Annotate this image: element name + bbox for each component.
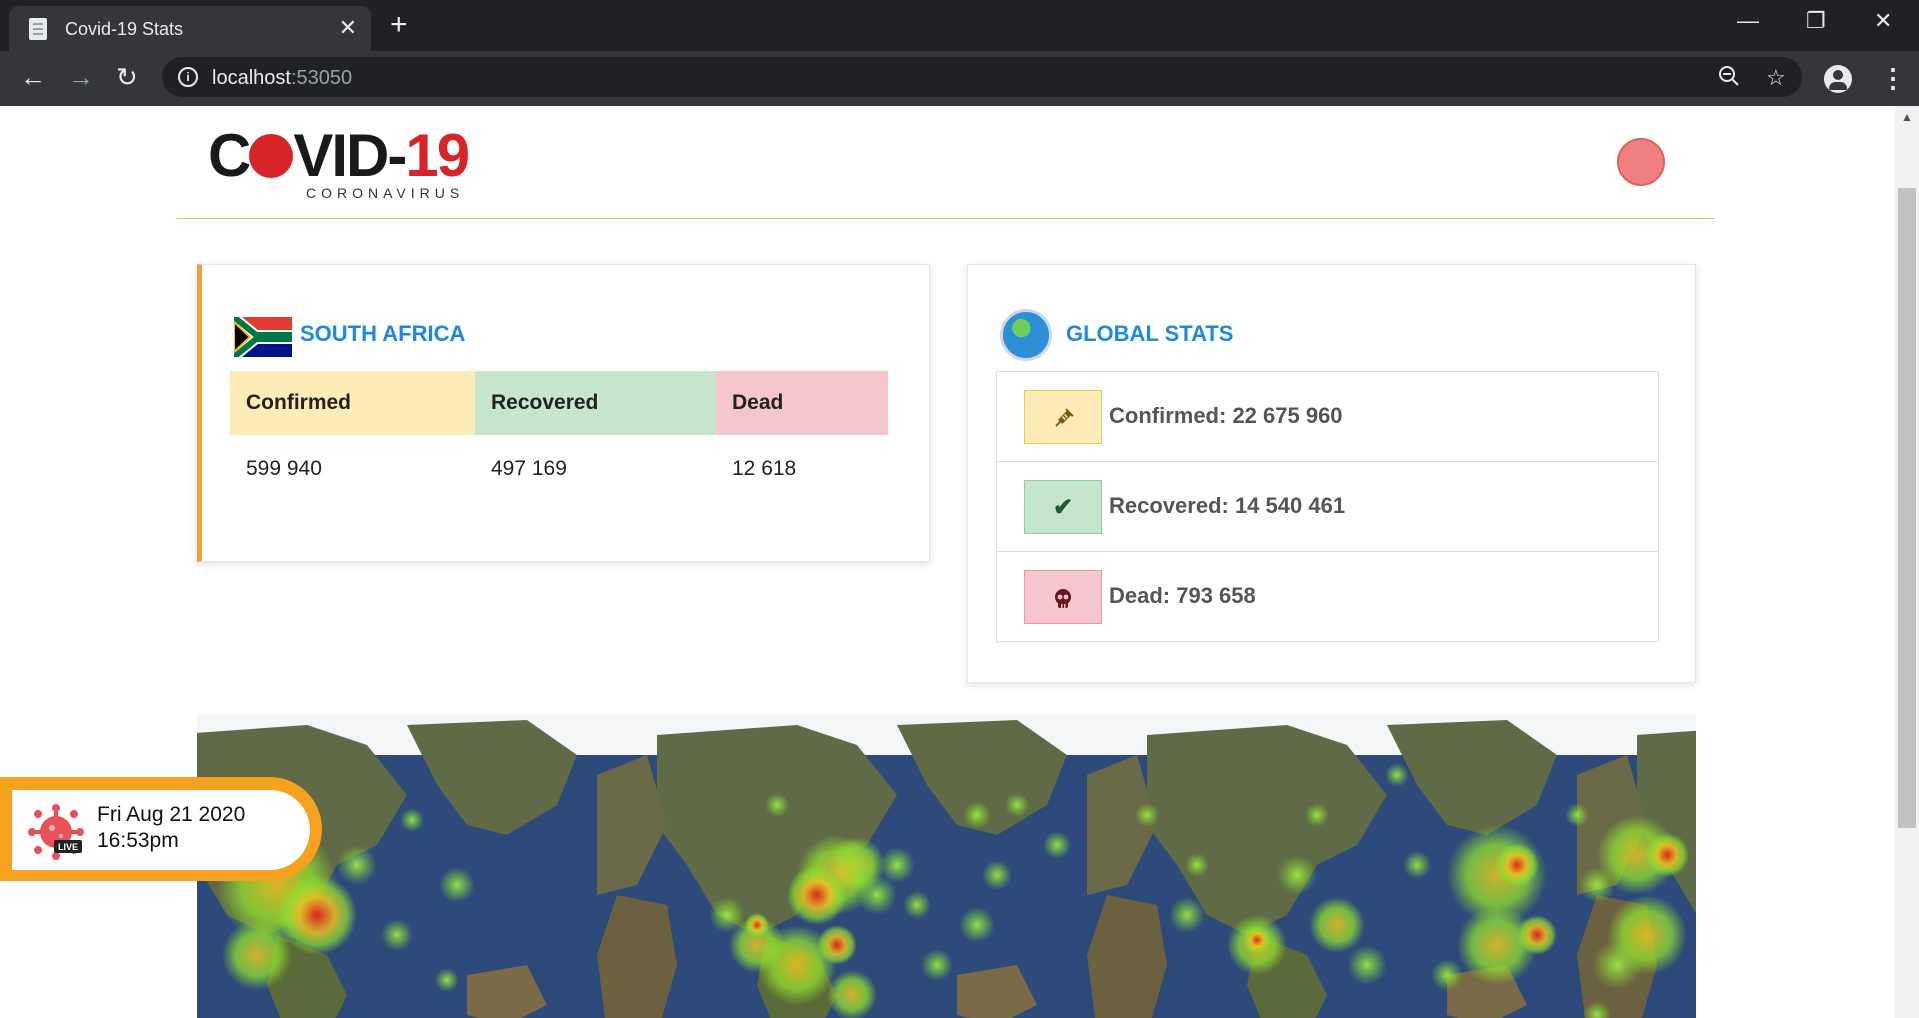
confirmed-value: 599 940 [246, 457, 322, 480]
live-date-widget: LIVE Fri Aug 21 2020 16:53pm [0, 777, 322, 881]
global-dead: Dead: 793 658 [1109, 583, 1256, 608]
url-port: :53050 [290, 67, 353, 89]
restore-icon[interactable]: ❐ [1806, 8, 1826, 34]
scroll-thumb[interactable] [1898, 188, 1916, 828]
live-virus-icon: LIVE [28, 804, 84, 860]
south-africa-table: Confirmed Recovered Dead 599 940 497 169… [230, 371, 888, 503]
table-row: 599 940 497 169 12 618 [230, 435, 888, 503]
recovered-value: 497 169 [491, 457, 567, 480]
forward-arrow-icon[interactable]: → [68, 63, 94, 91]
covid-logo: C VID-19 CORONAVIRUS [208, 126, 470, 201]
dead-value: 12 618 [732, 457, 797, 480]
zoom-icon[interactable] [1718, 65, 1740, 93]
tab-title: Covid-19 Stats [65, 19, 184, 39]
south-africa-flag-icon [234, 317, 292, 357]
live-datetime: Fri Aug 21 2020 16:53pm [97, 802, 245, 854]
page-favicon-icon [29, 18, 47, 40]
logo-number: 19 [405, 122, 470, 189]
heatmap-svg [197, 715, 1696, 1018]
dead-header: Dead [716, 371, 888, 435]
window-close-icon[interactable]: ✕ [1874, 8, 1892, 34]
page-viewport: C VID-19 CORONAVIRUS SOUTH AFRICA Confirm… [0, 106, 1895, 1018]
list-item: ✔ Recovered: 14 540 461 [997, 461, 1658, 551]
minimize-icon[interactable]: — [1737, 8, 1759, 34]
syringe-icon [1024, 390, 1102, 444]
scroll-up-arrow-icon[interactable]: ▲ [1901, 110, 1913, 124]
bookmark-star-icon[interactable]: ☆ [1766, 65, 1786, 91]
world-heatmap[interactable] [197, 715, 1696, 1018]
live-date-inner: LIVE Fri Aug 21 2020 16:53pm [12, 790, 310, 870]
logo-subtitle: CORONAVIRUS [306, 185, 465, 201]
logo-letters-vid: VID- [293, 122, 407, 189]
close-tab-icon[interactable]: ✕ [339, 16, 357, 40]
browser-toolbar: ← → ↻ i localhost:53050 ☆ ⋮ [0, 51, 1919, 106]
reload-icon[interactable]: ↻ [116, 63, 138, 91]
list-item: Confirmed: 22 675 960 [997, 372, 1658, 461]
status-indicator[interactable] [1617, 138, 1665, 186]
page-scrollbar[interactable]: ▲ [1895, 106, 1919, 1018]
logo-letter-c: C [208, 122, 251, 189]
recovered-header: Recovered [475, 371, 716, 435]
live-time: 16:53pm [97, 829, 179, 852]
site-info-icon[interactable]: i [178, 67, 198, 87]
global-stats-title: GLOBAL STATS [1066, 321, 1234, 346]
globe-icon [1000, 309, 1052, 361]
new-tab-button[interactable]: + [390, 10, 408, 40]
url-text[interactable]: localhost:53050 [212, 67, 352, 90]
skull-icon [1024, 570, 1102, 624]
south-africa-title: SOUTH AFRICA [300, 321, 466, 346]
url-host: localhost [212, 67, 291, 89]
profile-avatar-icon[interactable] [1824, 65, 1852, 93]
browser-tab-strip: Covid-19 Stats ✕ + — ❐ ✕ [0, 0, 1919, 51]
virus-logo-icon [249, 134, 294, 179]
global-recovered: Recovered: 14 540 461 [1109, 493, 1346, 518]
live-date: Fri Aug 21 2020 [97, 803, 246, 826]
header-divider [177, 218, 1715, 219]
browser-tab[interactable]: Covid-19 Stats ✕ [9, 6, 371, 51]
address-bar[interactable]: i localhost:53050 ☆ [162, 57, 1802, 97]
global-stats-card: GLOBAL STATS Confirmed: 22 675 960 ✔ Rec… [967, 264, 1696, 683]
table-header-row: Confirmed Recovered Dead [230, 371, 888, 435]
global-stats-list: Confirmed: 22 675 960 ✔ Recovered: 14 54… [996, 371, 1659, 642]
confirmed-header: Confirmed [230, 371, 475, 435]
list-item: Dead: 793 658 [997, 551, 1658, 641]
check-icon: ✔ [1024, 480, 1102, 534]
back-arrow-icon[interactable]: ← [20, 63, 46, 91]
global-confirmed: Confirmed: 22 675 960 [1109, 403, 1343, 428]
south-africa-card: SOUTH AFRICA Confirmed Recovered Dead 59… [197, 264, 930, 562]
menu-kebab-icon[interactable]: ⋮ [1880, 63, 1906, 94]
live-badge: LIVE [58, 842, 78, 852]
